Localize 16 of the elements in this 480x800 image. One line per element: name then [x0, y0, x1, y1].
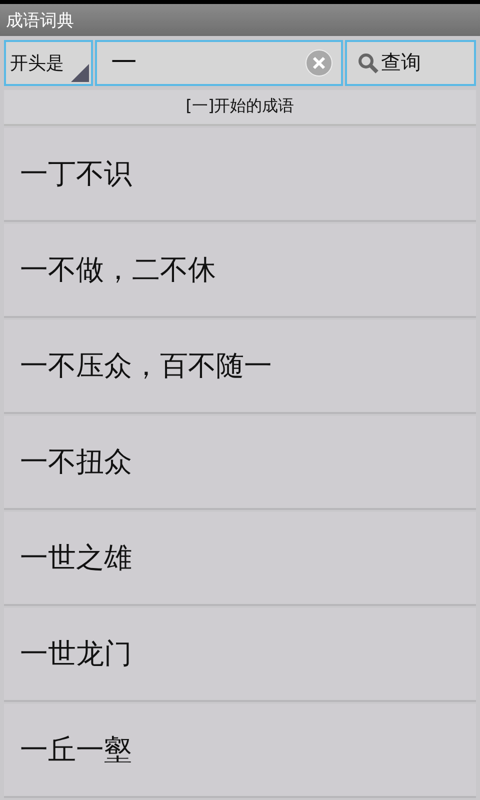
search-icon	[357, 52, 379, 74]
idiom-item[interactable]: 一不压众，百不随一	[4, 320, 476, 414]
results-header: [一]开始的成语	[4, 90, 476, 126]
search-button[interactable]: 查询	[345, 40, 476, 86]
clear-icon[interactable]	[305, 48, 333, 77]
idiom-item[interactable]: 一丁不识	[4, 128, 476, 222]
window-title: 成语词典	[6, 10, 74, 32]
idiom-item[interactable]: 一不扭众	[4, 416, 476, 510]
idiom-item[interactable]: 一世龙门	[4, 608, 476, 702]
corner-triangle-icon	[71, 64, 89, 82]
idiom-item[interactable]: 一丘一壑	[4, 704, 476, 798]
mode-dropdown[interactable]: 开头是	[4, 40, 93, 86]
idiom-item[interactable]: 一不做，二不休	[4, 224, 476, 318]
search-input[interactable]: 一	[109, 46, 305, 79]
search-field[interactable]: 一	[95, 40, 343, 86]
idiom-item[interactable]: 一世之雄	[4, 512, 476, 606]
